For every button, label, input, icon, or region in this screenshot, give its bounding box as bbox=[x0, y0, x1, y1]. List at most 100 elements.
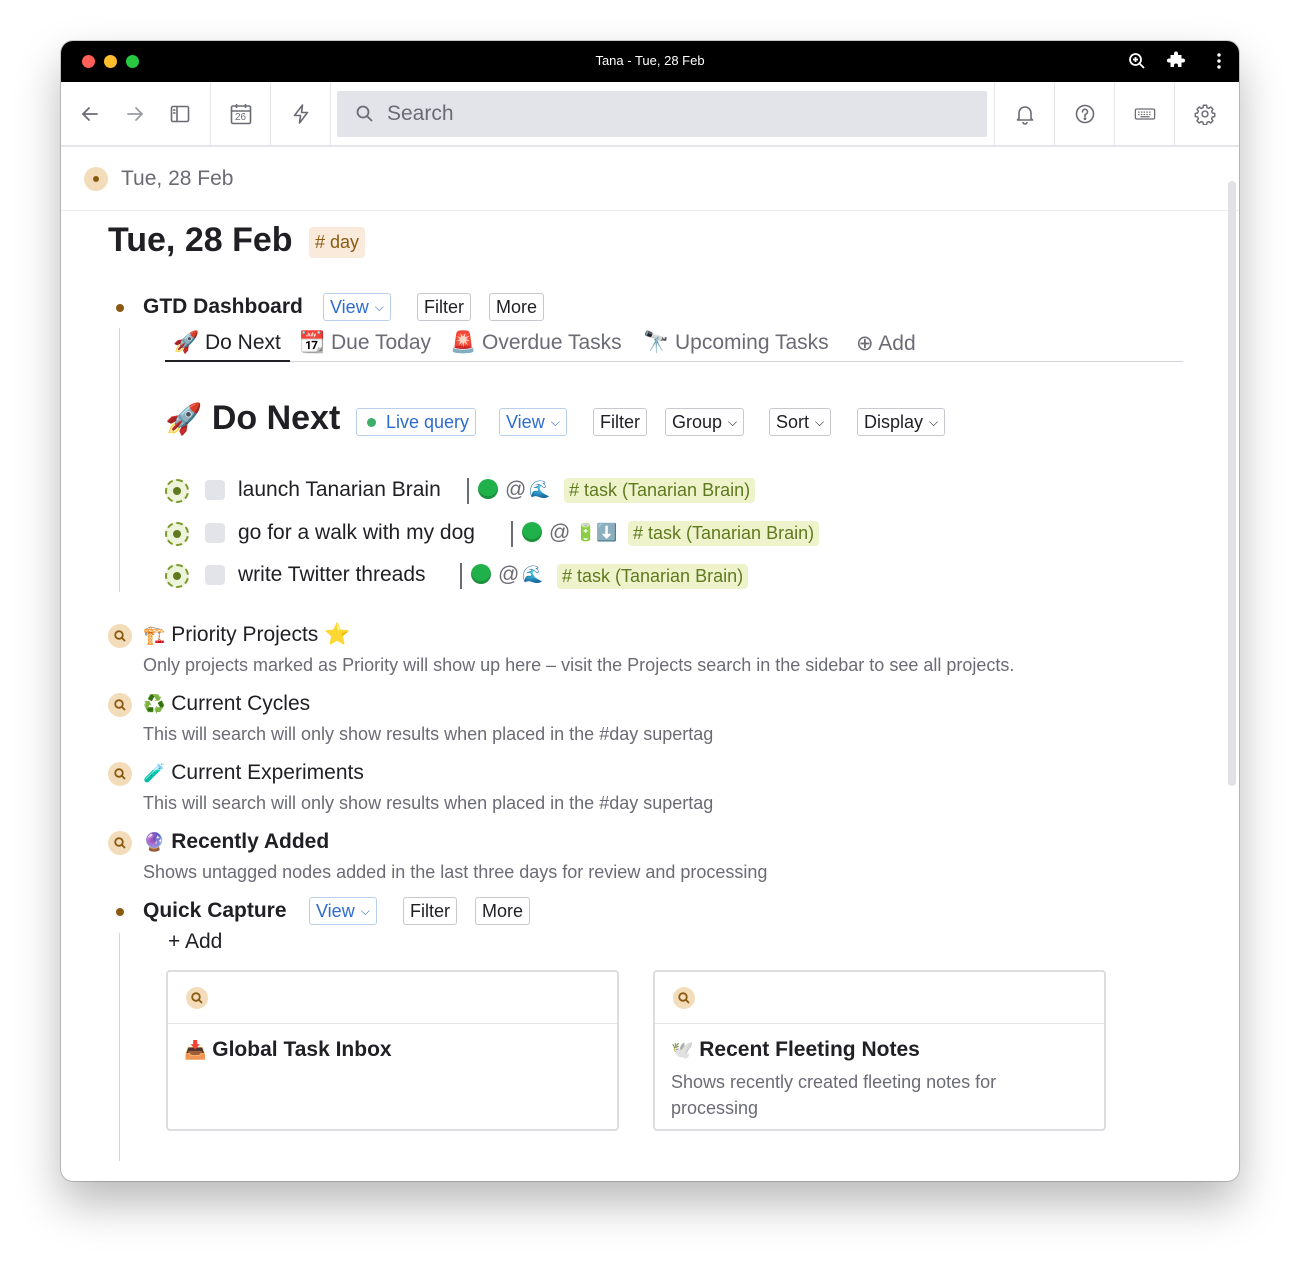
add-circle-icon: ⊕ bbox=[856, 332, 874, 355]
scrollbar[interactable] bbox=[1228, 181, 1236, 786]
keyboard-icon[interactable] bbox=[1115, 82, 1174, 145]
day-node-icon[interactable] bbox=[84, 167, 108, 191]
lightning-icon[interactable] bbox=[271, 82, 330, 145]
live-query-label: Live query bbox=[386, 411, 470, 432]
help-icon[interactable] bbox=[1055, 82, 1114, 145]
recent-fleeting-notes-card[interactable]: 🕊️ Recent Fleeting Notes Shows recently … bbox=[653, 970, 1106, 1131]
current-experiments-title[interactable]: 🧪 Current Experiments bbox=[143, 761, 364, 785]
do-next-display-button[interactable]: Display ⌵ bbox=[857, 408, 946, 436]
group-label: Group bbox=[672, 411, 723, 432]
search-bar[interactable] bbox=[337, 91, 987, 137]
tab-upcoming-tasks[interactable]: 🔭 Upcoming Tasks bbox=[643, 331, 829, 355]
search-title: Priority Projects ⭐ bbox=[171, 623, 351, 646]
bell-icon[interactable] bbox=[995, 82, 1054, 145]
tab-due-today[interactable]: 📆 Due Today bbox=[299, 331, 431, 355]
chevron-down-icon: ⌵ bbox=[815, 414, 825, 429]
view-label: View bbox=[316, 900, 355, 921]
settings-gear-icon[interactable] bbox=[1175, 82, 1234, 145]
tab-label: Upcoming Tasks bbox=[675, 331, 829, 354]
current-cycles-title[interactable]: ♻️ Current Cycles bbox=[143, 692, 310, 716]
back-arrow-icon[interactable] bbox=[77, 82, 103, 145]
breadcrumb-label[interactable]: Tue, 28 Feb bbox=[121, 167, 233, 191]
recently-added-description: Shows untagged nodes added in the last t… bbox=[143, 862, 768, 882]
dove-icon: 🕊️ bbox=[671, 1040, 694, 1060]
add-node-button[interactable]: + Add bbox=[168, 930, 222, 954]
live-status-dot bbox=[367, 417, 376, 427]
more-vertical-icon[interactable] bbox=[1209, 51, 1229, 71]
gtd-view-button[interactable]: View ⌵ bbox=[323, 293, 391, 321]
quick-capture-view-button[interactable]: View ⌵ bbox=[309, 897, 377, 925]
search-node-icon[interactable] bbox=[108, 693, 132, 717]
extension-puzzle-icon[interactable] bbox=[1166, 51, 1186, 71]
calendar-today-button[interactable]: 26 bbox=[211, 82, 270, 145]
calendar-icon: 26 bbox=[229, 102, 253, 126]
task-node-bullet[interactable] bbox=[165, 522, 189, 546]
search-title: Recently Added bbox=[171, 830, 330, 853]
green-circle-icon bbox=[522, 522, 542, 542]
task-checkbox[interactable] bbox=[205, 480, 225, 500]
priority-projects-description: Only projects marked as Priority will sh… bbox=[143, 655, 1015, 675]
task-text[interactable]: write Twitter threads bbox=[238, 563, 426, 587]
chevron-down-icon: ⌵ bbox=[360, 903, 370, 918]
quick-capture-bullet[interactable] bbox=[116, 908, 124, 916]
card-header bbox=[655, 972, 1104, 1024]
tab-add[interactable]: ⊕ Add bbox=[856, 331, 916, 356]
wave-icon: 🌊 bbox=[522, 565, 544, 584]
do-next-group-button[interactable]: Group ⌵ bbox=[665, 408, 745, 436]
search-node-icon[interactable] bbox=[186, 987, 208, 1009]
magnifier-icon bbox=[678, 992, 690, 1004]
chevron-down-icon: ⌵ bbox=[374, 299, 384, 314]
search-title: Current Experiments bbox=[171, 761, 364, 784]
task-text[interactable]: go for a walk with my dog bbox=[238, 521, 475, 545]
rocket-icon: 🚀 bbox=[165, 403, 203, 436]
task-node-bullet[interactable] bbox=[165, 479, 189, 503]
tab-do-next[interactable]: 🚀 Do Next bbox=[173, 331, 281, 355]
task-checkbox[interactable] bbox=[205, 565, 225, 585]
task-node-bullet[interactable] bbox=[165, 564, 189, 588]
wave-icon: 🌊 bbox=[529, 480, 551, 499]
global-task-inbox-card[interactable]: 📥 Global Task Inbox bbox=[166, 970, 619, 1131]
magnifier-icon bbox=[114, 768, 126, 780]
do-next-view-button[interactable]: View ⌵ bbox=[499, 408, 567, 436]
sidebar-toggle-icon[interactable] bbox=[167, 82, 193, 145]
day-supertag[interactable]: # day bbox=[309, 227, 366, 258]
task-text[interactable]: launch Tanarian Brain bbox=[238, 478, 441, 502]
gtd-bullet[interactable] bbox=[116, 304, 124, 312]
tab-label: Overdue Tasks bbox=[482, 331, 622, 354]
quick-capture-children-guide bbox=[119, 933, 120, 1161]
search-input[interactable] bbox=[387, 102, 947, 126]
do-next-filter-button[interactable]: Filter bbox=[593, 408, 647, 436]
tab-label: Do Next bbox=[205, 331, 281, 354]
card-title[interactable]: 📥 Global Task Inbox bbox=[184, 1038, 392, 1062]
recycle-icon: ♻️ bbox=[143, 694, 166, 714]
search-node-icon[interactable] bbox=[108, 624, 132, 648]
card-title[interactable]: 🕊️ Recent Fleeting Notes bbox=[671, 1038, 920, 1062]
recently-added-title[interactable]: 🔮 Recently Added bbox=[143, 830, 329, 854]
live-query-button[interactable]: Live query bbox=[356, 408, 477, 436]
quick-capture-filter-button[interactable]: Filter bbox=[403, 897, 457, 925]
gtd-filter-button[interactable]: Filter bbox=[417, 293, 471, 321]
card-header bbox=[168, 972, 617, 1024]
do-next-sort-button[interactable]: Sort ⌵ bbox=[769, 408, 832, 436]
tab-label: Add bbox=[878, 332, 916, 355]
task-supertag[interactable]: # task (Tanarian Brain) bbox=[557, 564, 749, 589]
priority-projects-title[interactable]: 🏗️ Priority Projects ⭐ bbox=[143, 623, 350, 647]
forward-arrow-icon[interactable] bbox=[122, 82, 148, 145]
do-next-title: Do Next bbox=[211, 399, 341, 437]
context-at-sign: @ bbox=[498, 563, 520, 586]
task-checkbox[interactable] bbox=[205, 523, 225, 543]
quick-capture-more-button[interactable]: More bbox=[475, 897, 531, 925]
search-title: Current Cycles bbox=[171, 692, 311, 715]
search-node-icon[interactable] bbox=[108, 762, 132, 786]
green-circle-icon bbox=[478, 479, 498, 499]
gtd-more-button[interactable]: More bbox=[489, 293, 545, 321]
context-at-sign: @ bbox=[549, 521, 571, 544]
search-node-icon[interactable] bbox=[673, 987, 695, 1009]
tab-overdue-tasks[interactable]: 🚨 Overdue Tasks bbox=[450, 331, 622, 355]
task-supertag[interactable]: # task (Tanarian Brain) bbox=[564, 478, 756, 503]
zoom-icon[interactable] bbox=[1127, 51, 1147, 71]
gtd-dashboard-title: GTD Dashboard bbox=[143, 295, 303, 318]
search-node-icon[interactable] bbox=[108, 831, 132, 855]
view-label: View bbox=[506, 411, 545, 432]
task-supertag[interactable]: # task (Tanarian Brain) bbox=[628, 521, 820, 546]
